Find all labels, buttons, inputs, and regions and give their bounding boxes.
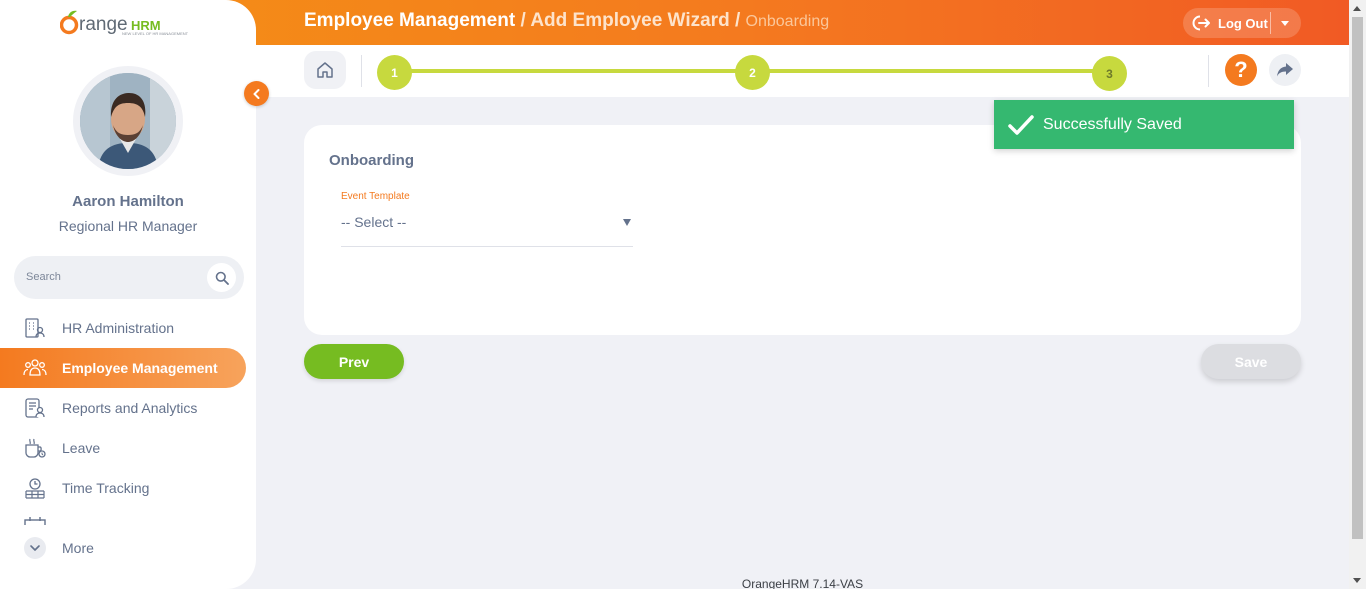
sidebar-item-reports-and-analytics[interactable]: Reports and Analytics xyxy=(0,388,246,428)
prev-button[interactable]: Prev xyxy=(304,344,404,379)
checkmark-icon xyxy=(1008,112,1034,138)
toolbar-divider xyxy=(361,55,362,87)
sidebar-item-hr-administration[interactable]: HR Administration xyxy=(0,308,246,348)
page-title: Onboarding xyxy=(329,152,414,169)
logout-divider xyxy=(1270,12,1271,34)
people-group-icon xyxy=(23,356,47,380)
logout-label: Log Out xyxy=(1218,15,1268,31)
logo-tagline: NEW LEVEL OF HR MANAGEMENT xyxy=(122,31,189,36)
scroll-up-icon[interactable] xyxy=(1353,6,1361,11)
user-name: Aaron Hamilton xyxy=(72,193,184,210)
event-template-value: -- Select -- xyxy=(341,214,407,230)
sidebar-item-time-tracking[interactable]: Time Tracking xyxy=(0,468,246,508)
scrollbar-thumb[interactable] xyxy=(1352,17,1363,539)
sidebar-item-employee-management[interactable]: Employee Management xyxy=(0,348,246,388)
search-input[interactable] xyxy=(26,268,206,286)
wizard-step-3[interactable]: 3 xyxy=(1092,56,1127,91)
event-template-label: Event Template xyxy=(341,191,410,202)
time-tracking-icon xyxy=(23,476,47,500)
wizard-step-connector xyxy=(753,69,1110,73)
report-user-icon xyxy=(23,396,47,420)
sidebar-item-partial xyxy=(0,515,246,525)
user-role: Regional HR Manager xyxy=(58,218,198,234)
sidebar-item-leave[interactable]: Leave xyxy=(0,428,246,468)
home-button[interactable] xyxy=(304,51,346,89)
home-icon xyxy=(317,62,333,78)
wizard-step-2[interactable]: 2 xyxy=(735,55,770,90)
sidebar-item-label: Leave xyxy=(62,440,101,456)
sidebar-more-label: More xyxy=(62,540,94,556)
logout-icon xyxy=(1190,12,1212,34)
svg-text:range: range xyxy=(79,14,128,35)
success-toast[interactable]: Successfully Saved xyxy=(994,100,1294,149)
breadcrumb: Employee Management / Add Employee Wizar… xyxy=(304,10,829,32)
save-button[interactable]: Save xyxy=(1201,344,1301,379)
sidebar-collapse-button[interactable] xyxy=(244,81,269,106)
avatar[interactable] xyxy=(73,66,183,176)
help-button[interactable]: ? xyxy=(1225,54,1257,86)
sidebar-search xyxy=(14,256,244,299)
toast-message: Successfully Saved xyxy=(1043,115,1182,133)
scrollbar[interactable] xyxy=(1349,0,1366,589)
search-button[interactable] xyxy=(207,263,236,292)
sidebar-item-label: HR Administration xyxy=(62,320,175,336)
sidebar-item-label: Employee Management xyxy=(62,360,218,376)
breadcrumb-module[interactable]: Employee Management xyxy=(304,10,515,31)
footer-version: OrangeHRM 7.14-VAS xyxy=(741,577,864,589)
toolbar-divider xyxy=(1208,55,1209,87)
event-template-select[interactable]: -- Select -- xyxy=(341,207,633,247)
avatar-photo xyxy=(80,73,176,169)
share-arrow-icon xyxy=(1277,63,1293,77)
building-user-icon xyxy=(23,316,47,340)
leave-icon xyxy=(23,436,47,460)
chevron-down-icon[interactable] xyxy=(1281,21,1289,26)
chevron-down-icon xyxy=(24,537,46,559)
chevron-left-icon xyxy=(253,88,259,99)
sidebar-item-label: Time Tracking xyxy=(62,480,150,496)
question-mark-icon: ? xyxy=(1234,57,1248,82)
sidebar-item-label: Reports and Analytics xyxy=(62,400,198,416)
wizard-step-connector xyxy=(395,69,753,73)
orangehrm-logo[interactable]: range HRM NEW LEVEL OF HR MANAGEMENT xyxy=(59,7,200,41)
breadcrumb-wizard[interactable]: Add Employee Wizard xyxy=(530,10,729,31)
share-button[interactable] xyxy=(1269,54,1301,86)
breadcrumb-current: Onboarding xyxy=(745,13,830,30)
sidebar: range HRM NEW LEVEL OF HR MANAGEMENT Aar… xyxy=(0,0,256,589)
sidebar-more-button[interactable]: More xyxy=(0,528,246,568)
breadcrumb-separator: / xyxy=(515,10,531,31)
scroll-down-icon[interactable] xyxy=(1353,578,1361,583)
wizard-step-1[interactable]: 1 xyxy=(377,55,412,90)
breadcrumb-separator: / xyxy=(729,10,746,31)
dropdown-arrow-icon xyxy=(623,219,631,226)
search-icon xyxy=(215,271,229,285)
logout-button[interactable]: Log Out xyxy=(1183,8,1301,38)
